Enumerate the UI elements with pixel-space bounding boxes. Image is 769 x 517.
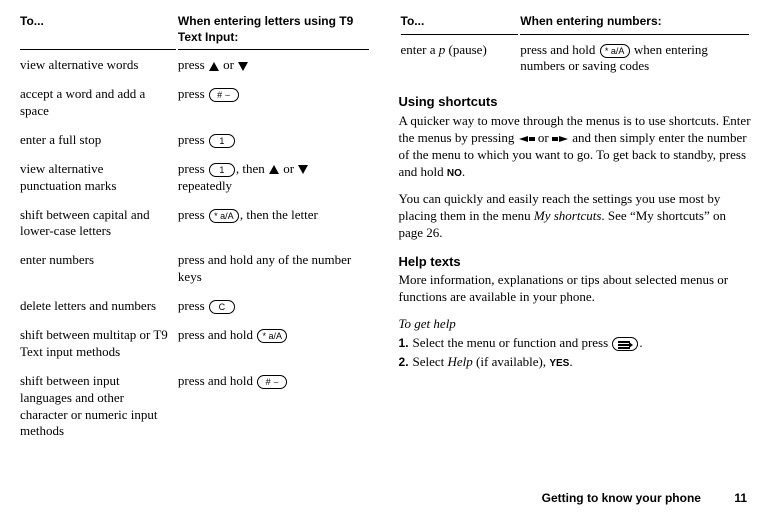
table-row: delete letters and numbers press C bbox=[20, 293, 369, 320]
hash-key-icon: # ⌣ bbox=[209, 88, 239, 102]
t9-input-table: To... When entering letters using T9 Tex… bbox=[18, 12, 371, 447]
table-header-to: To... bbox=[401, 14, 519, 35]
help-steps: Select the menu or function and press . … bbox=[399, 335, 752, 371]
arrow-left-icon bbox=[518, 130, 535, 145]
row-action: press C bbox=[178, 293, 369, 320]
table-row: shift between capital and lower-case let… bbox=[20, 202, 369, 246]
one-key-icon: 1 bbox=[209, 163, 235, 177]
star-key-icon: * a/A bbox=[257, 329, 287, 343]
table-row: view alternative words press or bbox=[20, 52, 369, 79]
table-row: enter a full stop press 1 bbox=[20, 127, 369, 154]
step-2: Select Help (if available), YES. bbox=[399, 354, 752, 371]
step-1: Select the menu or function and press . bbox=[399, 335, 752, 352]
row-action: press or bbox=[178, 52, 369, 79]
arrow-down-icon bbox=[298, 165, 308, 174]
star-key-icon: * a/A bbox=[600, 44, 630, 58]
row-action: press and hold * a/A bbox=[178, 322, 369, 366]
page-footer: Getting to know your phone 11 bbox=[542, 491, 747, 507]
row-to: shift between capital and lower-case let… bbox=[20, 202, 176, 246]
row-to: enter a p (pause) bbox=[401, 37, 519, 81]
row-to: delete letters and numbers bbox=[20, 293, 176, 320]
footer-chapter: Getting to know your phone bbox=[542, 491, 701, 505]
numbers-rows: enter a p (pause) press and hold * a/A w… bbox=[401, 37, 750, 81]
row-to: enter numbers bbox=[20, 247, 176, 291]
table-row: shift between input languages and other … bbox=[20, 368, 369, 446]
row-action: press * a/A, then the letter bbox=[178, 202, 369, 246]
row-to: shift between input languages and other … bbox=[20, 368, 176, 446]
c-key-icon: C bbox=[209, 300, 235, 314]
arrow-right-icon bbox=[552, 130, 569, 145]
row-to: accept a word and add a space bbox=[20, 81, 176, 125]
table-row: accept a word and add a space press # ⌣ bbox=[20, 81, 369, 125]
row-to: enter a full stop bbox=[20, 127, 176, 154]
table-header-action: When entering letters using T9 Text Inpu… bbox=[178, 14, 369, 50]
table-row: view alternative punctuation marks press… bbox=[20, 156, 369, 200]
table-header-to: To... bbox=[20, 14, 176, 50]
numbers-table: To... When entering numbers: enter a p (… bbox=[399, 12, 752, 82]
help-heading: Help texts bbox=[399, 254, 752, 271]
help-p1: More information, explanations or tips a… bbox=[399, 272, 752, 306]
star-key-icon: * a/A bbox=[209, 209, 239, 223]
row-action: press and hold # ⌣ bbox=[178, 368, 369, 446]
shortcuts-p2: You can quickly and easily reach the set… bbox=[399, 191, 752, 242]
row-action: press and hold * a/A when entering numbe… bbox=[520, 37, 749, 81]
one-key-icon: 1 bbox=[209, 134, 235, 148]
table-header-action: When entering numbers: bbox=[520, 14, 749, 35]
row-to: shift between multitap or T9 Text input … bbox=[20, 322, 176, 366]
arrow-down-icon bbox=[238, 62, 248, 71]
arrow-up-icon bbox=[269, 165, 279, 174]
table-row: enter numbers press and hold any of the … bbox=[20, 247, 369, 291]
footer-page-number: 11 bbox=[734, 491, 747, 505]
shortcuts-p1: A quicker way to move through the menus … bbox=[399, 113, 752, 181]
shortcuts-heading: Using shortcuts bbox=[399, 94, 752, 111]
help-subheading: To get help bbox=[399, 316, 752, 333]
hash-key-icon: # ⌣ bbox=[257, 375, 287, 389]
table-row: shift between multitap or T9 Text input … bbox=[20, 322, 369, 366]
table-row: enter a p (pause) press and hold * a/A w… bbox=[401, 37, 750, 81]
row-to: view alternative words bbox=[20, 52, 176, 79]
t9-input-rows: view alternative words press or accept a… bbox=[20, 52, 369, 445]
row-action: press 1 bbox=[178, 127, 369, 154]
row-action: press 1, then or repeatedly bbox=[178, 156, 369, 200]
row-action: press # ⌣ bbox=[178, 81, 369, 125]
menu-key-icon bbox=[612, 337, 638, 351]
arrow-up-icon bbox=[209, 62, 219, 71]
row-action: press and hold any of the number keys bbox=[178, 247, 369, 291]
row-to: view alternative punctuation marks bbox=[20, 156, 176, 200]
